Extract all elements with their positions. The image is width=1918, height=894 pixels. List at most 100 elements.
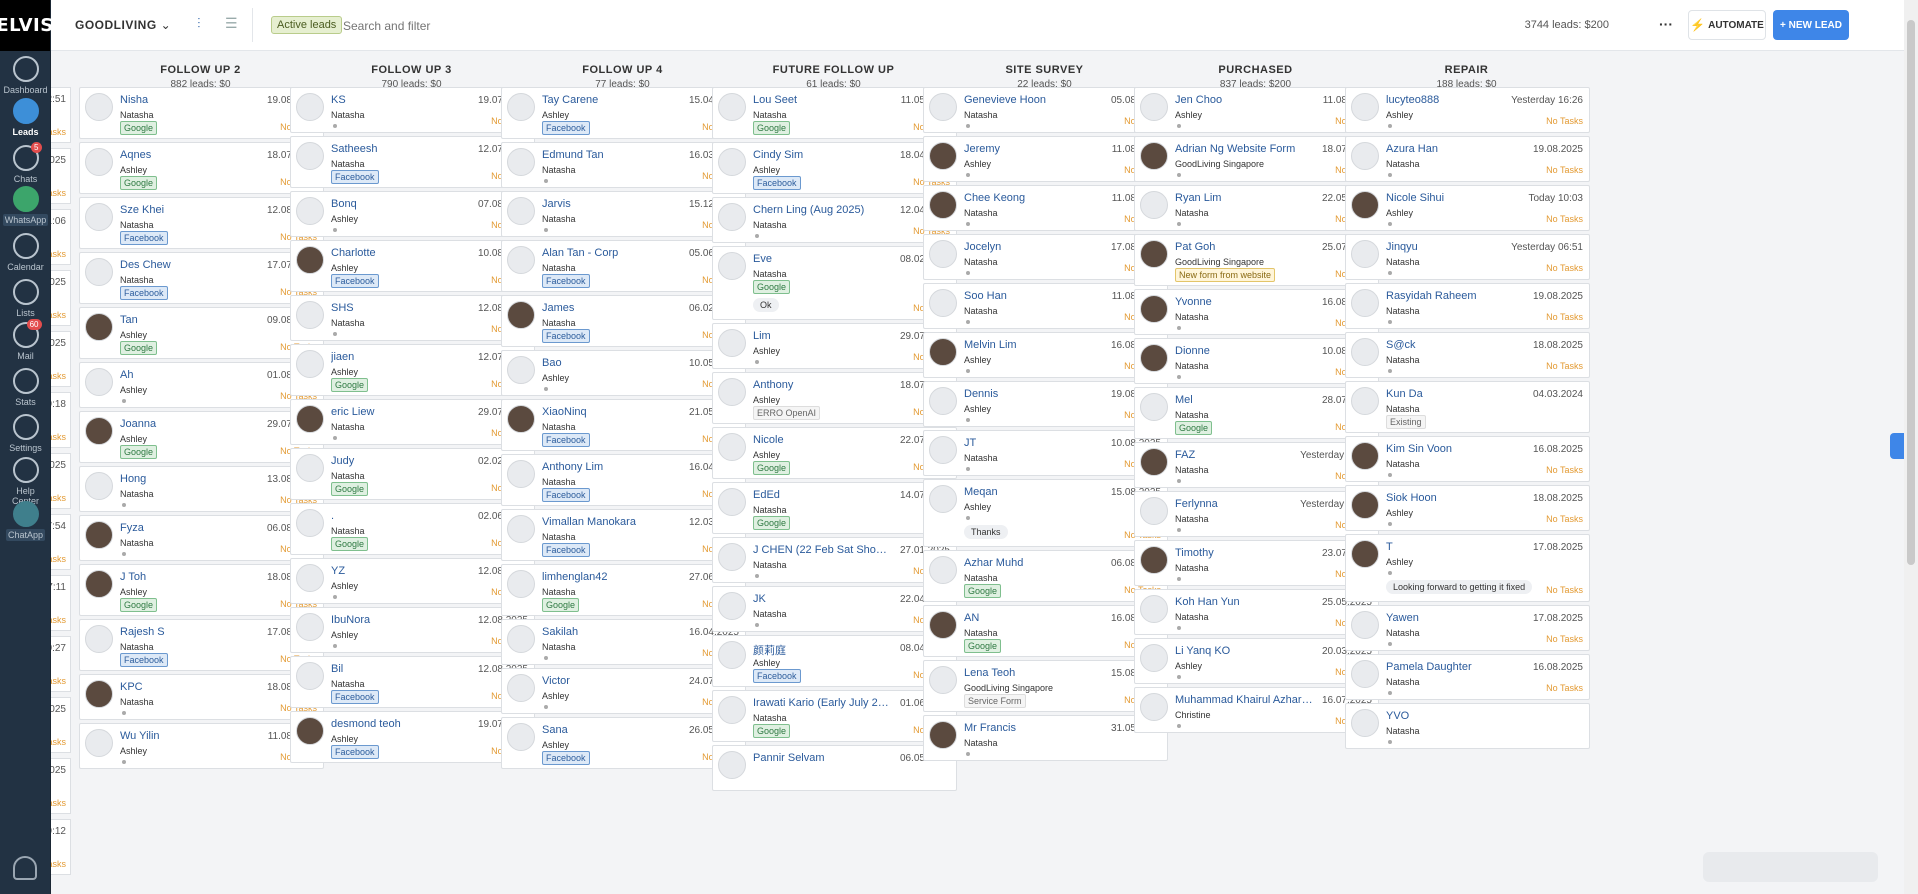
lead-name[interactable]: Azura Han [1386,143,1526,155]
lead-name[interactable]: T [1386,541,1526,553]
lead-name[interactable]: Jocelyn [964,241,1104,253]
lead-card-partial[interactable]: 07:54 asks [51,514,71,570]
lead-card-partial[interactable]: 07:11 asks [51,575,71,631]
task-status[interactable]: No Tasks [1546,465,1583,475]
task-status[interactable]: No Tasks [1546,683,1583,693]
lead-name[interactable]: Adrian Ng Website Form [1175,143,1315,155]
lead-name[interactable]: IbuNora [331,614,471,626]
lead-name[interactable]: Fyza [120,522,260,534]
lead-card[interactable]: Azura Han 19.08.2025 Natasha No Tasks [1345,136,1590,182]
lead-name[interactable]: Muhammad Khairul Azhar Sa [1175,694,1315,706]
lead-card[interactable]: Siok Hoon 18.08.2025 Ashley No Tasks [1345,485,1590,531]
lead-name[interactable]: lucyteo888 [1386,94,1526,106]
workspace-selector[interactable]: GOODLIVING ⌄ [75,18,171,32]
lead-name[interactable]: Anthony Lim [542,461,682,473]
lead-name[interactable]: Jen Choo [1175,94,1315,106]
lead-name[interactable]: Irawati Kario (Early July 2025) [753,697,893,709]
task-status[interactable]: No Tasks [1546,312,1583,322]
lead-name[interactable]: JK [753,593,893,605]
lead-card-partial[interactable]: 8.2025 asks [51,148,71,204]
lead-name[interactable]: Ferlynna [1175,498,1315,510]
lead-name[interactable]: Azhar Muhd [964,557,1104,569]
list-view-icon[interactable]: ☰ [225,15,241,33]
lead-card[interactable]: S@ck 18.08.2025 Natasha No Tasks [1345,332,1590,378]
lead-card-partial[interactable]: 19:18 asks [51,392,71,448]
lead-name[interactable]: Rasyidah Raheem [1386,290,1526,302]
lead-name[interactable]: Cindy Sim [753,149,893,161]
nav-item-calendar[interactable]: Calendar [0,233,51,273]
nav-item-dashboard[interactable]: Dashboard [0,56,51,96]
lead-name[interactable]: Bao [542,357,682,369]
lead-card-partial[interactable]: 19:12 asks [51,819,71,875]
lead-name[interactable]: Pamela Daughter [1386,661,1526,673]
lead-card[interactable]: Kim Sin Voon 16.08.2025 Natasha No Tasks [1345,436,1590,482]
nav-item-whatsapp[interactable]: WhatsApp [0,186,51,226]
lead-name[interactable]: Koh Han Yun [1175,596,1315,608]
lead-name[interactable]: . [331,510,471,522]
lead-name[interactable]: Li Yanq KO [1175,645,1315,657]
lead-name[interactable]: Dennis [964,388,1104,400]
lead-name[interactable]: Nisha [120,94,260,106]
lead-name[interactable]: Nicole Sihui [1386,192,1526,204]
lead-card-partial[interactable]: 8.2025 asks [51,758,71,814]
kanban-view-icon[interactable]: ⫶ [197,15,213,33]
lead-name[interactable]: Rajesh S [120,626,260,638]
lead-name[interactable]: Kim Sin Voon [1386,443,1526,455]
task-status[interactable]: No Tasks [1546,514,1583,524]
lead-name[interactable]: Yvonne [1175,296,1315,308]
lead-name[interactable]: Siok Hoon [1386,492,1526,504]
page-scrollbar[interactable] [1904,0,1918,894]
lead-name[interactable]: Tan [120,314,260,326]
lead-name[interactable]: FAZ [1175,449,1315,461]
lead-name[interactable]: 颜莉庭 [753,642,893,658]
lead-name[interactable]: Satheesh [331,143,471,155]
lead-name[interactable]: YVO [1386,710,1526,722]
lead-card[interactable]: Jinqyu Yesterday 06:51 Natasha No Tasks [1345,234,1590,280]
lead-name[interactable]: Charlotte [331,247,471,259]
lead-name[interactable]: Chern Ling (Aug 2025) [753,204,893,216]
lead-name[interactable]: Kun Da [1386,388,1526,400]
lead-name[interactable]: J CHEN (22 Feb Sat Showroom) [753,544,893,556]
lead-name[interactable]: YZ [331,565,471,577]
lead-name[interactable]: Pat Goh [1175,241,1315,253]
lead-card[interactable]: Rasyidah Raheem 19.08.2025 Natasha No Tasks [1345,283,1590,329]
more-options-button[interactable]: ··· [1655,14,1677,36]
lead-card-partial[interactable]: 8.2025 asks [51,270,71,326]
lead-name[interactable]: Lou Seet [753,94,893,106]
scrollbar-thumb[interactable] [1907,20,1915,565]
lead-name[interactable]: Joanna [120,418,260,430]
lead-card-partial[interactable]: 20:27 asks [51,636,71,692]
nav-item-mail[interactable]: 60 Mail [0,319,51,362]
search-input[interactable] [343,15,643,36]
lead-name[interactable]: Alan Tan - Corp [542,247,682,259]
lead-name[interactable]: SHS [331,302,471,314]
lead-name[interactable]: Jeremy [964,143,1104,155]
lead-name[interactable]: eric Liew [331,406,471,418]
lead-name[interactable]: Lim [753,330,893,342]
lead-name[interactable]: Mr Francis [964,722,1104,734]
lead-card[interactable]: Nicole Sihui Today 10:03 Ashley No Tasks [1345,185,1590,231]
lead-name[interactable]: Sakilah [542,626,682,638]
lead-card-partial[interactable]: 8.2025 asks [51,697,71,753]
lead-name[interactable]: Mel [1175,394,1315,406]
side-panel-tab[interactable] [1890,433,1904,459]
task-status[interactable]: No Tasks [1546,361,1583,371]
lead-card-partial[interactable]: 8.2025 asks [51,453,71,509]
lead-name[interactable]: Nicole [753,434,893,446]
nav-item-settings[interactable]: Settings [0,414,51,454]
lead-name[interactable]: KPC [120,681,260,693]
lead-name[interactable]: Chee Keong [964,192,1104,204]
lead-name[interactable]: jiaen [331,351,471,363]
lead-name[interactable]: Jinqyu [1386,241,1526,253]
nav-item-chats[interactable]: 5 Chats [0,142,51,185]
lead-card[interactable]: Yawen 17.08.2025 Natasha No Tasks [1345,605,1590,651]
lead-card[interactable]: Kun Da 04.03.2024 Natasha Existing [1345,381,1590,433]
nav-item-lists[interactable]: Lists [0,279,51,319]
task-status[interactable]: No Tasks [1546,165,1583,175]
lead-name[interactable]: Meqan [964,486,1104,498]
task-status[interactable]: No Tasks [1546,585,1583,595]
lead-card[interactable]: YVO Natasha [1345,703,1590,749]
nav-item-help[interactable]: Help Center [0,457,51,507]
lead-name[interactable]: desmond teoh [331,718,471,730]
task-status[interactable]: No Tasks [1546,634,1583,644]
